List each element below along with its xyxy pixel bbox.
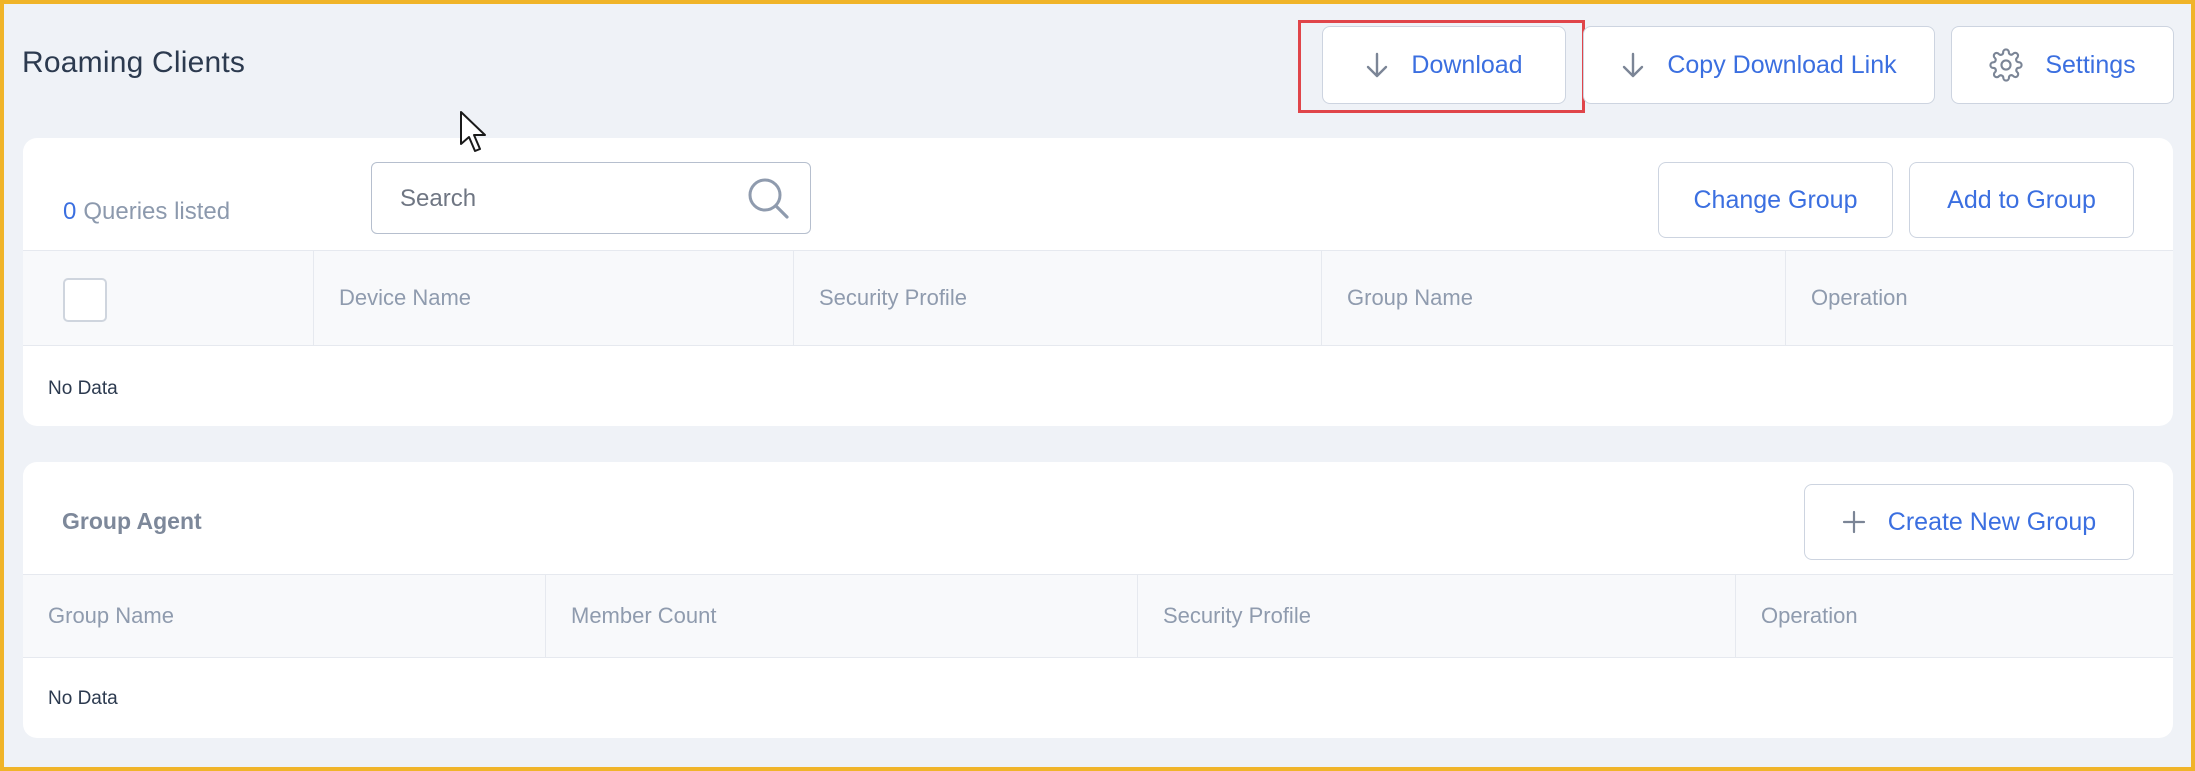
search-input[interactable] (400, 183, 730, 215)
create-new-group-label: Create New Group (1887, 507, 2097, 536)
gear-icon (1989, 48, 2023, 82)
queries-count: 0 Queries listed (63, 198, 230, 226)
group-empty-text: No Data (48, 688, 118, 709)
column-header-security-profile[interactable]: Security Profile (793, 251, 1321, 345)
queries-table-header: Device Name Security Profile Group Name … (23, 250, 2173, 346)
column-header-security-profile[interactable]: Security Profile (1137, 575, 1735, 657)
mouse-pointer-icon (459, 110, 489, 159)
page-frame: Roaming Clients Download Copy Download L… (0, 0, 2195, 771)
settings-button[interactable]: Settings (1951, 26, 2174, 104)
plus-icon (1842, 510, 1866, 534)
select-all-cell (23, 251, 313, 345)
column-header-operation[interactable]: Operation (1785, 251, 2173, 345)
arrow-down-icon (1365, 52, 1389, 78)
change-group-button[interactable]: Change Group (1658, 162, 1893, 238)
search-field[interactable] (371, 162, 811, 234)
queries-empty-text: No Data (48, 378, 118, 399)
column-header-member-count[interactable]: Member Count (545, 575, 1137, 657)
column-header-group-name[interactable]: Group Name (1321, 251, 1785, 345)
add-to-group-button[interactable]: Add to Group (1909, 162, 2134, 238)
group-agent-card: Group Agent Create New Group Group Name … (23, 462, 2173, 738)
arrow-down-icon (1621, 52, 1645, 78)
search-icon[interactable] (746, 176, 790, 225)
column-header-device-name[interactable]: Device Name (313, 251, 793, 345)
settings-label: Settings (2045, 50, 2136, 79)
select-all-checkbox[interactable] (63, 278, 107, 322)
group-agent-title: Group Agent (62, 508, 202, 534)
copy-download-link-label: Copy Download Link (1667, 50, 1897, 79)
queries-count-number: 0 (63, 198, 77, 225)
queries-count-label: Queries listed (83, 198, 231, 225)
group-table-header: Group Name Member Count Security Profile… (23, 574, 2173, 658)
download-button[interactable]: Download (1322, 26, 1566, 104)
copy-download-link-button[interactable]: Copy Download Link (1583, 26, 1935, 104)
column-header-group-name[interactable]: Group Name (23, 575, 545, 657)
column-header-operation[interactable]: Operation (1735, 575, 2173, 657)
create-new-group-button[interactable]: Create New Group (1804, 484, 2134, 560)
queries-card: 0Queries listed Change Group Add to Grou… (23, 138, 2173, 426)
page-title: Roaming Clients (22, 46, 246, 79)
download-label: Download (1411, 50, 1523, 79)
